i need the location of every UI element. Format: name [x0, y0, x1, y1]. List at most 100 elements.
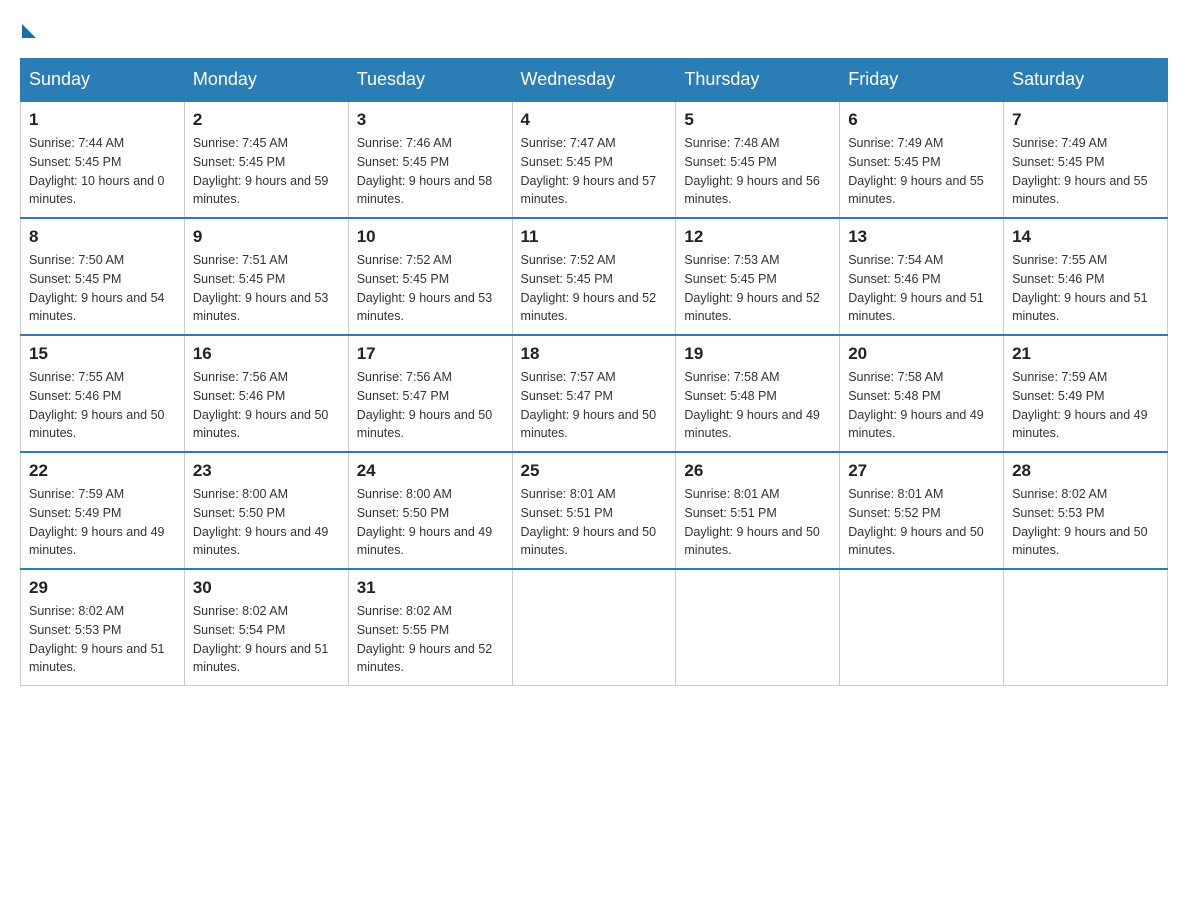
calendar-table: SundayMondayTuesdayWednesdayThursdayFrid…	[20, 58, 1168, 686]
calendar-cell: 8 Sunrise: 7:50 AMSunset: 5:45 PMDaylight…	[21, 218, 185, 335]
day-number: 7	[1012, 110, 1159, 130]
day-number: 9	[193, 227, 340, 247]
calendar-cell: 20 Sunrise: 7:58 AMSunset: 5:48 PMDayligh…	[840, 335, 1004, 452]
day-info: Sunrise: 8:01 AMSunset: 5:52 PMDaylight:…	[848, 485, 995, 560]
calendar-cell: 19 Sunrise: 7:58 AMSunset: 5:48 PMDayligh…	[676, 335, 840, 452]
day-number: 10	[357, 227, 504, 247]
calendar-cell: 9 Sunrise: 7:51 AMSunset: 5:45 PMDaylight…	[184, 218, 348, 335]
day-info: Sunrise: 8:00 AMSunset: 5:50 PMDaylight:…	[193, 485, 340, 560]
week-row-2: 8 Sunrise: 7:50 AMSunset: 5:45 PMDaylight…	[21, 218, 1168, 335]
day-number: 1	[29, 110, 176, 130]
calendar-cell: 5 Sunrise: 7:48 AMSunset: 5:45 PMDaylight…	[676, 101, 840, 218]
day-info: Sunrise: 8:01 AMSunset: 5:51 PMDaylight:…	[684, 485, 831, 560]
day-info: Sunrise: 7:52 AMSunset: 5:45 PMDaylight:…	[357, 251, 504, 326]
day-info: Sunrise: 7:58 AMSunset: 5:48 PMDaylight:…	[684, 368, 831, 443]
day-info: Sunrise: 8:02 AMSunset: 5:54 PMDaylight:…	[193, 602, 340, 677]
calendar-cell: 3 Sunrise: 7:46 AMSunset: 5:45 PMDaylight…	[348, 101, 512, 218]
day-number: 2	[193, 110, 340, 130]
day-info: Sunrise: 7:56 AMSunset: 5:47 PMDaylight:…	[357, 368, 504, 443]
column-header-tuesday: Tuesday	[348, 59, 512, 102]
day-number: 15	[29, 344, 176, 364]
day-number: 3	[357, 110, 504, 130]
calendar-cell: 30 Sunrise: 8:02 AMSunset: 5:54 PMDayligh…	[184, 569, 348, 686]
calendar-cell	[1004, 569, 1168, 686]
column-header-saturday: Saturday	[1004, 59, 1168, 102]
day-info: Sunrise: 8:02 AMSunset: 5:53 PMDaylight:…	[1012, 485, 1159, 560]
calendar-cell: 26 Sunrise: 8:01 AMSunset: 5:51 PMDayligh…	[676, 452, 840, 569]
calendar-cell: 17 Sunrise: 7:56 AMSunset: 5:47 PMDayligh…	[348, 335, 512, 452]
calendar-cell	[676, 569, 840, 686]
day-info: Sunrise: 7:50 AMSunset: 5:45 PMDaylight:…	[29, 251, 176, 326]
day-info: Sunrise: 8:02 AMSunset: 5:55 PMDaylight:…	[357, 602, 504, 677]
week-row-1: 1Sunrise: 7:44 AMSunset: 5:45 PMDaylight…	[21, 101, 1168, 218]
day-info: Sunrise: 7:48 AMSunset: 5:45 PMDaylight:…	[684, 134, 831, 209]
logo-arrow-icon	[22, 24, 36, 38]
calendar-cell: 7 Sunrise: 7:49 AMSunset: 5:45 PMDaylight…	[1004, 101, 1168, 218]
day-number: 29	[29, 578, 176, 598]
day-info: Sunrise: 7:51 AMSunset: 5:45 PMDaylight:…	[193, 251, 340, 326]
day-number: 20	[848, 344, 995, 364]
column-header-monday: Monday	[184, 59, 348, 102]
column-header-sunday: Sunday	[21, 59, 185, 102]
day-number: 4	[521, 110, 668, 130]
page-header	[20, 20, 1168, 38]
day-info: Sunrise: 8:02 AMSunset: 5:53 PMDaylight:…	[29, 602, 176, 677]
calendar-cell: 22Sunrise: 7:59 AMSunset: 5:49 PMDayligh…	[21, 452, 185, 569]
day-number: 5	[684, 110, 831, 130]
calendar-cell: 25 Sunrise: 8:01 AMSunset: 5:51 PMDayligh…	[512, 452, 676, 569]
day-info: Sunrise: 8:00 AMSunset: 5:50 PMDaylight:…	[357, 485, 504, 560]
calendar-cell	[840, 569, 1004, 686]
calendar-cell: 1Sunrise: 7:44 AMSunset: 5:45 PMDaylight…	[21, 101, 185, 218]
day-info: Sunrise: 7:58 AMSunset: 5:48 PMDaylight:…	[848, 368, 995, 443]
day-info: Sunrise: 7:53 AMSunset: 5:45 PMDaylight:…	[684, 251, 831, 326]
day-number: 30	[193, 578, 340, 598]
day-info: Sunrise: 7:46 AMSunset: 5:45 PMDaylight:…	[357, 134, 504, 209]
calendar-cell: 24 Sunrise: 8:00 AMSunset: 5:50 PMDayligh…	[348, 452, 512, 569]
day-number: 16	[193, 344, 340, 364]
calendar-cell: 10 Sunrise: 7:52 AMSunset: 5:45 PMDayligh…	[348, 218, 512, 335]
day-info: Sunrise: 7:55 AMSunset: 5:46 PMDaylight:…	[29, 368, 176, 443]
day-number: 14	[1012, 227, 1159, 247]
day-info: Sunrise: 7:45 AMSunset: 5:45 PMDaylight:…	[193, 134, 340, 209]
calendar-cell: 12Sunrise: 7:53 AMSunset: 5:45 PMDayligh…	[676, 218, 840, 335]
day-info: Sunrise: 7:57 AMSunset: 5:47 PMDaylight:…	[521, 368, 668, 443]
week-row-4: 22Sunrise: 7:59 AMSunset: 5:49 PMDayligh…	[21, 452, 1168, 569]
day-number: 8	[29, 227, 176, 247]
day-info: Sunrise: 7:47 AMSunset: 5:45 PMDaylight:…	[521, 134, 668, 209]
day-info: Sunrise: 7:54 AMSunset: 5:46 PMDaylight:…	[848, 251, 995, 326]
day-info: Sunrise: 7:59 AMSunset: 5:49 PMDaylight:…	[1012, 368, 1159, 443]
calendar-cell: 15 Sunrise: 7:55 AMSunset: 5:46 PMDayligh…	[21, 335, 185, 452]
column-header-friday: Friday	[840, 59, 1004, 102]
calendar-cell	[512, 569, 676, 686]
day-number: 28	[1012, 461, 1159, 481]
day-number: 23	[193, 461, 340, 481]
calendar-cell: 27Sunrise: 8:01 AMSunset: 5:52 PMDayligh…	[840, 452, 1004, 569]
calendar-cell: 14 Sunrise: 7:55 AMSunset: 5:46 PMDayligh…	[1004, 218, 1168, 335]
day-info: Sunrise: 8:01 AMSunset: 5:51 PMDaylight:…	[521, 485, 668, 560]
day-number: 26	[684, 461, 831, 481]
calendar-cell: 31Sunrise: 8:02 AMSunset: 5:55 PMDayligh…	[348, 569, 512, 686]
calendar-cell: 21Sunrise: 7:59 AMSunset: 5:49 PMDayligh…	[1004, 335, 1168, 452]
calendar-header-row: SundayMondayTuesdayWednesdayThursdayFrid…	[21, 59, 1168, 102]
day-number: 13	[848, 227, 995, 247]
day-info: Sunrise: 7:56 AMSunset: 5:46 PMDaylight:…	[193, 368, 340, 443]
calendar-cell: 6Sunrise: 7:49 AMSunset: 5:45 PMDaylight…	[840, 101, 1004, 218]
calendar-cell: 11Sunrise: 7:52 AMSunset: 5:45 PMDayligh…	[512, 218, 676, 335]
day-number: 25	[521, 461, 668, 481]
calendar-cell: 4 Sunrise: 7:47 AMSunset: 5:45 PMDaylight…	[512, 101, 676, 218]
calendar-cell: 18Sunrise: 7:57 AMSunset: 5:47 PMDayligh…	[512, 335, 676, 452]
column-header-thursday: Thursday	[676, 59, 840, 102]
logo	[20, 20, 36, 38]
column-header-wednesday: Wednesday	[512, 59, 676, 102]
day-number: 22	[29, 461, 176, 481]
day-info: Sunrise: 7:49 AMSunset: 5:45 PMDaylight:…	[1012, 134, 1159, 209]
day-number: 17	[357, 344, 504, 364]
day-number: 19	[684, 344, 831, 364]
day-info: Sunrise: 7:49 AMSunset: 5:45 PMDaylight:…	[848, 134, 995, 209]
calendar-cell: 13 Sunrise: 7:54 AMSunset: 5:46 PMDayligh…	[840, 218, 1004, 335]
day-number: 11	[521, 227, 668, 247]
calendar-cell: 28 Sunrise: 8:02 AMSunset: 5:53 PMDayligh…	[1004, 452, 1168, 569]
day-info: Sunrise: 7:55 AMSunset: 5:46 PMDaylight:…	[1012, 251, 1159, 326]
day-number: 24	[357, 461, 504, 481]
week-row-5: 29 Sunrise: 8:02 AMSunset: 5:53 PMDayligh…	[21, 569, 1168, 686]
